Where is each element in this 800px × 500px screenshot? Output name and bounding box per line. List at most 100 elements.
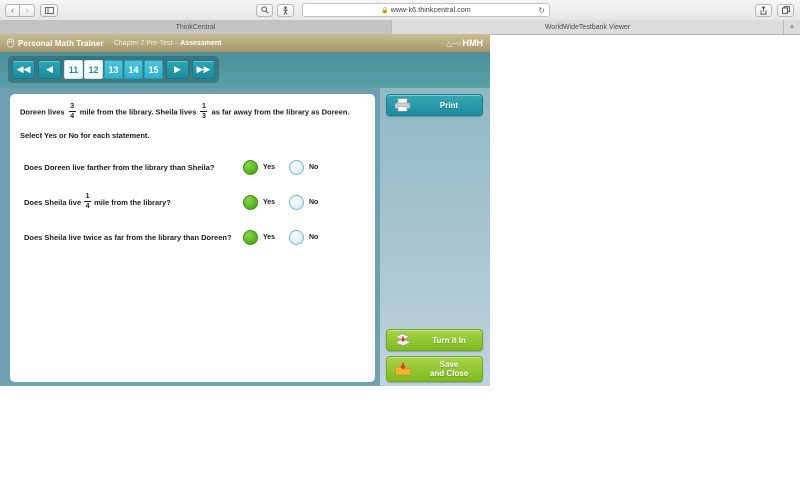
stem-part-1: Doreen lives — [20, 107, 65, 117]
save-line-1: Save — [439, 360, 459, 369]
radio-yes-selected[interactable] — [243, 160, 258, 175]
page-number-13[interactable]: 13 — [104, 60, 123, 79]
page-number-11[interactable]: 11 — [64, 60, 83, 79]
forward-icon[interactable]: › — [20, 3, 35, 17]
breadcrumb-assessment: Assessment — [180, 39, 222, 47]
reload-icon[interactable]: ↻ — [538, 6, 545, 15]
statement-text-before: Does Sheila live twice as far from the l… — [24, 233, 232, 242]
screen: ‹ › 🔒 www-k6.thinkcentral.com ↻ ThinkCen… — [0, 0, 800, 500]
page-number-15[interactable]: 15 — [144, 60, 163, 79]
app-header: Personal Math Trainer Chapter 7 Pre-Test… — [0, 34, 490, 52]
question-stem: Doreen lives 3 4 mile from the library. … — [20, 103, 365, 121]
no-option-1[interactable]: No — [289, 160, 318, 175]
new-tab-icon[interactable] — [777, 3, 794, 17]
share-glyph — [760, 5, 767, 15]
url-input[interactable]: 🔒 www-k6.thinkcentral.com ↻ — [302, 3, 550, 17]
fraction-denominator: 4 — [85, 203, 90, 210]
person-glyph — [283, 5, 288, 15]
breadcrumb-chapter: Chapter 7 Pre-Test – — [113, 39, 181, 47]
no-label: No — [309, 199, 319, 206]
fraction-denominator: 4 — [70, 113, 75, 120]
first-question-button[interactable]: ◀◀ — [12, 60, 35, 79]
app-title: Personal Math Trainer — [18, 38, 104, 48]
radio-yes-selected[interactable] — [243, 230, 258, 245]
save-and-close-label: Save and Close — [416, 360, 482, 378]
turn-it-in-button[interactable]: Turn it In — [386, 329, 483, 351]
statement-text: Does Sheila live twice as far from the l… — [24, 233, 232, 242]
owl-glyph — [6, 38, 14, 48]
yes-option-2[interactable]: Yes — [243, 195, 275, 210]
url-zone: 🔒 www-k6.thinkcentral.com ↻ — [256, 3, 550, 17]
statement-text-before: Does Doreen live farther from the librar… — [24, 163, 215, 172]
save-line-2: and Close — [429, 369, 469, 378]
new-tab-button[interactable]: + — [784, 20, 800, 34]
fraction-denominator: 3 — [202, 113, 206, 120]
owl-icon — [5, 38, 15, 49]
tool-sidebar: Print Turn it In Save and Close — [380, 88, 490, 386]
radio-yes-selected[interactable] — [243, 195, 258, 210]
browser-tab-bar: ThinkCentral WorldWideTestbank Viewer + — [0, 20, 800, 35]
no-option-2[interactable]: No — [289, 195, 318, 210]
browser-toolbar: ‹ › 🔒 www-k6.thinkcentral.com ↻ — [0, 0, 800, 21]
next-question-button[interactable]: ▶ — [166, 60, 189, 79]
yes-option-3[interactable]: Yes — [243, 230, 275, 245]
page-number-12[interactable]: 12 — [84, 60, 103, 79]
lock-icon: 🔒 — [381, 7, 389, 14]
question-nav-bar: ◀◀ ◀ 11 12 13 14 15 ▶ ▶▶ — [0, 52, 490, 88]
last-question-button[interactable]: ▶▶ — [192, 60, 215, 79]
no-label: No — [309, 164, 319, 171]
question-card: Doreen lives 3 4 mile from the library. … — [10, 94, 375, 382]
print-button[interactable]: Print — [386, 94, 483, 116]
fraction-three-fourths: 3 4 — [68, 103, 76, 120]
page-number-list: 11 12 13 14 15 — [64, 60, 163, 79]
sidebar-panel-icon[interactable] — [40, 3, 58, 17]
tabs-glyph — [781, 6, 790, 14]
tab-worldwidetestbank-viewer[interactable]: WorldWideTestbank Viewer — [392, 20, 784, 34]
statement-text: Does Doreen live farther from the librar… — [24, 163, 214, 172]
tab-label: ThinkCentral — [175, 23, 216, 31]
radio-no[interactable] — [289, 160, 304, 175]
no-option-3[interactable]: No — [289, 230, 318, 245]
statement-text: Does Sheila live 1 4 mile from the libra… — [24, 193, 171, 211]
folder-glyph — [395, 362, 411, 375]
toolbar-right-buttons — [755, 3, 794, 17]
statement-row-3: Does Sheila live twice as far from the l… — [10, 220, 375, 255]
yes-label: Yes — [263, 164, 276, 171]
statement-row-2: Does Sheila live 1 4 mile from the libra… — [10, 185, 375, 220]
print-label: Print — [439, 100, 459, 110]
fraction-bar — [68, 111, 76, 112]
question-instruction: Select Yes or No for each statement. — [20, 131, 150, 140]
browser-nav-buttons: ‹ › — [5, 3, 58, 17]
yes-label: Yes — [263, 234, 276, 241]
breadcrumb: Chapter 7 Pre-Test – Assessment — [114, 40, 222, 47]
tray-glyph — [394, 333, 412, 346]
radio-no[interactable] — [289, 195, 304, 210]
fraction-one-third: 1 3 — [200, 103, 208, 120]
statement-text-before: Does Sheila live — [24, 198, 82, 207]
search-icon[interactable] — [256, 3, 273, 17]
fraction-numerator: 1 — [85, 193, 90, 200]
reader-person-icon[interactable] — [277, 3, 294, 17]
save-and-close-button[interactable]: Save and Close — [386, 356, 483, 382]
statement-text-after: mile from the library? — [94, 198, 171, 207]
tab-label: WorldWideTestbank Viewer — [544, 23, 631, 31]
back-icon[interactable]: ‹ — [5, 3, 20, 17]
share-icon[interactable] — [755, 3, 772, 17]
magnifier-glyph — [260, 6, 269, 14]
fraction-numerator: 1 — [202, 103, 206, 110]
hmh-wordmark: HMH — [462, 38, 484, 48]
yes-option-1[interactable]: Yes — [243, 160, 275, 175]
radio-no[interactable] — [289, 230, 304, 245]
fraction-numerator: 3 — [70, 103, 75, 110]
tab-thinkcentral[interactable]: ThinkCentral — [0, 20, 392, 34]
hmh-logo: △∽○ HMH — [446, 38, 483, 48]
page-number-14[interactable]: 14 — [124, 60, 143, 79]
hmh-marks-icon: △∽○ — [445, 38, 462, 48]
stem-part-3: as far away from the library as Doreen. — [211, 107, 350, 117]
folder-download-icon — [390, 362, 416, 377]
printer-icon — [390, 98, 416, 112]
fraction-bar — [84, 201, 92, 202]
personal-math-trainer-app: Personal Math Trainer Chapter 7 Pre-Test… — [0, 34, 490, 386]
prev-question-button[interactable]: ◀ — [38, 60, 61, 79]
tray-in-icon — [390, 333, 416, 347]
